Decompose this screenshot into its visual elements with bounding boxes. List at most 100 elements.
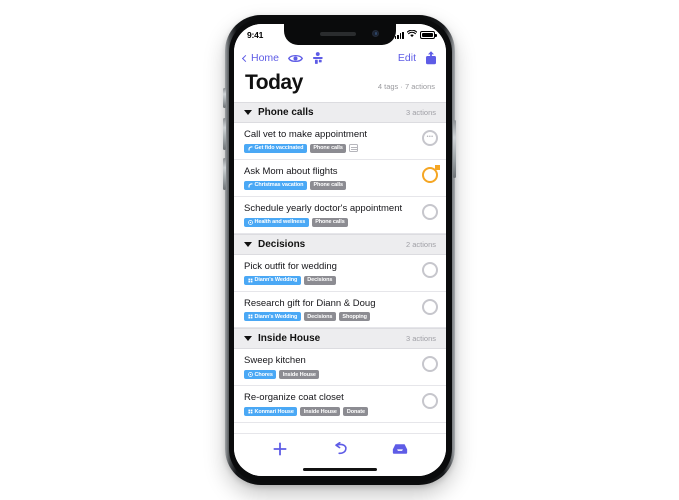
tag-label: Phone calls <box>313 145 343 152</box>
task-content: Call vet to make appointment Get fido vac… <box>244 129 414 153</box>
task-content: Ask Mom about flights Christmas vacation P… <box>244 166 414 190</box>
tag-row: Diann's Wedding Decisions Shopping <box>244 312 414 322</box>
home-indicator-bar <box>303 468 377 471</box>
eye-icon[interactable] <box>288 53 304 64</box>
task-checkbox[interactable] <box>422 165 440 183</box>
volume-up-button[interactable] <box>223 118 226 150</box>
page-header: Today 4 tags · 7 actions <box>234 71 446 102</box>
bottom-toolbar <box>234 433 446 463</box>
task-content: Research gift for Diann & Doug Diann's We… <box>244 298 414 322</box>
tag-row: Diann's Wedding Decisions <box>244 275 414 285</box>
triangle-down-icon[interactable] <box>244 241 252 247</box>
page-title: Today <box>245 71 303 94</box>
tag-label: Chores <box>254 371 273 378</box>
tag-row: Health and wellness Phone calls <box>244 217 414 227</box>
task-row[interactable]: Pick outfit for wedding Diann's Wedding De… <box>234 254 446 292</box>
tag-label: Phone calls <box>315 219 345 226</box>
tag-label: Health and wellness <box>254 219 306 226</box>
section-action-count: 3 actions <box>405 334 436 344</box>
task-content: Re-organize coat closet Konmari House Insi… <box>244 392 414 417</box>
task-tag[interactable]: Phone calls <box>309 180 347 190</box>
task-row[interactable]: Research gift for Diann & Doug Diann's We… <box>234 291 446 329</box>
tag-label: Phone calls <box>313 182 343 189</box>
task-tag[interactable]: Decisions <box>303 312 336 322</box>
task-row[interactable]: Sweep kitchen Chores Inside House <box>234 349 446 387</box>
task-tag[interactable]: Decisions <box>303 275 336 285</box>
volume-down-button[interactable] <box>223 158 226 190</box>
task-tag[interactable]: Phone calls <box>309 143 347 153</box>
edit-button[interactable]: Edit <box>398 52 416 64</box>
earpiece-speaker <box>320 32 356 36</box>
person-perspective-icon[interactable] <box>312 51 325 65</box>
power-button[interactable] <box>453 120 456 178</box>
back-label: Home <box>251 52 280 64</box>
tag-label: Decisions <box>307 277 333 283</box>
front-camera-icon <box>372 30 379 37</box>
task-checkbox[interactable] <box>422 203 438 220</box>
tag-row: Chores Inside House <box>244 370 414 380</box>
task-title: Re-organize coat closet <box>244 392 344 404</box>
task-tag[interactable]: Konmari House <box>244 407 298 417</box>
undo-arrow-icon[interactable] <box>327 439 353 459</box>
task-tag[interactable]: Shopping <box>338 312 371 322</box>
task-title: Schedule yearly doctor's appointment <box>244 202 403 214</box>
section-header[interactable]: Inside House 3 actions <box>234 328 446 350</box>
task-title: Call vet to make appointment <box>244 129 368 140</box>
task-tag[interactable]: Inside House <box>279 370 320 380</box>
task-tag[interactable]: Phone calls <box>311 217 349 227</box>
home-indicator[interactable] <box>234 463 446 476</box>
tag-label: Konmari House <box>254 408 294 415</box>
section-header[interactable]: Decisions 2 actions <box>234 233 446 255</box>
tag-row: Get fido vaccinated Phone calls <box>244 143 414 153</box>
tag-row: Christmas vacation Phone calls <box>244 180 414 190</box>
triangle-down-icon[interactable] <box>244 336 252 342</box>
section-action-count: 3 actions <box>405 108 436 117</box>
tag-label: Get fido vaccinated <box>254 145 304 152</box>
silent-switch[interactable] <box>223 88 226 108</box>
task-checkbox[interactable] <box>422 298 438 315</box>
status-indicators <box>394 29 437 40</box>
tag-label: Shopping <box>342 313 367 320</box>
section-title: Inside House <box>258 333 321 345</box>
task-content: Sweep kitchen Chores Inside House <box>244 355 414 380</box>
tag-grid-icon <box>247 314 253 319</box>
task-tag[interactable]: Donate <box>343 407 369 417</box>
tag-label: Inside House <box>303 408 337 415</box>
task-checkbox[interactable] <box>422 130 438 146</box>
task-row[interactable]: Re-organize coat closet Konmari House Insi… <box>234 386 446 424</box>
status-time: 9:41 <box>247 30 264 40</box>
section-title: Decisions <box>258 238 306 250</box>
task-tag[interactable]: Inside House <box>300 407 341 417</box>
task-title: Ask Mom about flights <box>244 165 338 177</box>
wifi-icon <box>406 29 418 40</box>
note-attachment-icon[interactable] <box>349 144 358 153</box>
task-checkbox[interactable] <box>422 393 438 410</box>
task-checkbox[interactable] <box>422 356 438 373</box>
task-tag[interactable]: Health and wellness <box>244 217 309 227</box>
tag-label: Decisions <box>307 313 333 320</box>
task-tag[interactable]: Diann's Wedding <box>244 275 301 285</box>
task-list[interactable]: Phone calls 3 actions Call vet to make app… <box>234 102 446 433</box>
tag-label: Diann's Wedding <box>254 313 298 320</box>
task-tag[interactable]: Diann's Wedding <box>244 312 301 322</box>
tag-label: Diann's Wedding <box>254 277 298 283</box>
plus-icon[interactable] <box>267 439 293 459</box>
task-row[interactable]: Ask Mom about flights Christmas vacation P… <box>234 159 446 197</box>
tag-leaf-icon <box>248 146 253 151</box>
task-row[interactable]: Schedule yearly doctor's appointment Heal… <box>234 196 446 234</box>
task-tag[interactable]: Get fido vaccinated <box>244 143 307 153</box>
task-checkbox[interactable] <box>422 261 438 278</box>
screenshot-canvas: 9:41 Home Edit Today 4 tags · 7 actions … <box>0 0 679 500</box>
battery-full-icon <box>420 31 437 39</box>
triangle-down-icon[interactable] <box>244 110 252 115</box>
tag-label: Donate <box>346 408 365 415</box>
tag-grid-icon <box>247 409 253 414</box>
task-row[interactable]: Call vet to make appointment Get fido vac… <box>234 123 446 160</box>
task-tag[interactable]: Chores <box>244 370 277 380</box>
tag-target-icon <box>247 219 253 225</box>
back-to-home-button[interactable]: Home <box>241 52 280 64</box>
task-tag[interactable]: Christmas vacation <box>244 180 307 190</box>
share-export-icon[interactable] <box>425 51 437 65</box>
section-header[interactable]: Phone calls 3 actions <box>234 102 446 123</box>
inbox-tray-icon[interactable] <box>387 439 413 459</box>
